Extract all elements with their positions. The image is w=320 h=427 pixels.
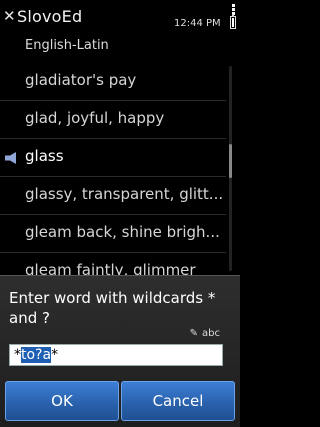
input-text-selected: to?a — [21, 347, 52, 363]
speaker-icon[interactable] — [4, 152, 22, 164]
cancel-button[interactable]: Cancel — [121, 381, 235, 421]
close-icon[interactable]: ✕ — [3, 9, 16, 24]
battery-icon — [230, 14, 236, 29]
list-item[interactable]: glad, joyful, happy — [0, 101, 226, 139]
list-item[interactable]: gleam back, shine brigh... — [0, 215, 226, 253]
list-item-label: glassy, transparent, glitt... — [25, 185, 224, 203]
title-bar: ✕ SlovoEd 12:44 PM — [0, 0, 240, 36]
dictionary-name: English-Latin — [25, 38, 109, 53]
list-item-label: glass — [25, 147, 64, 165]
wildcard-input[interactable]: *to?a* — [9, 344, 223, 366]
input-text-before: * — [14, 347, 21, 363]
ok-button[interactable]: OK — [5, 381, 119, 421]
scrollbar-thumb[interactable] — [229, 144, 232, 178]
list-item-label: gladiator's pay — [25, 71, 137, 89]
dialog-buttons: OK Cancel — [5, 381, 235, 421]
list-item[interactable]: gladiator's pay — [0, 63, 226, 101]
list-item-label: glad, joyful, happy — [25, 109, 165, 127]
app-title: SlovoEd — [17, 7, 83, 26]
scrollbar[interactable] — [229, 66, 232, 271]
list-item[interactable]: glassy, transparent, glitt... — [0, 177, 226, 215]
list-item-selected[interactable]: glass — [0, 139, 226, 177]
input-mode-label: abc — [202, 328, 220, 339]
list-item-label: gleam back, shine brigh... — [25, 223, 220, 241]
word-list: gladiator's pay glad, joyful, happy glas… — [0, 63, 226, 291]
pen-icon: ✎ — [189, 328, 199, 339]
clock: 12:44 PM — [174, 18, 221, 29]
dialog-prompt: Enter word with wildcards * and ? — [9, 289, 216, 327]
input-text-after: * — [51, 347, 59, 363]
wildcard-dialog: Enter word with wildcards * and ? ✎ abc *… — [0, 275, 240, 427]
input-mode-indicator: ✎ abc — [190, 328, 220, 339]
